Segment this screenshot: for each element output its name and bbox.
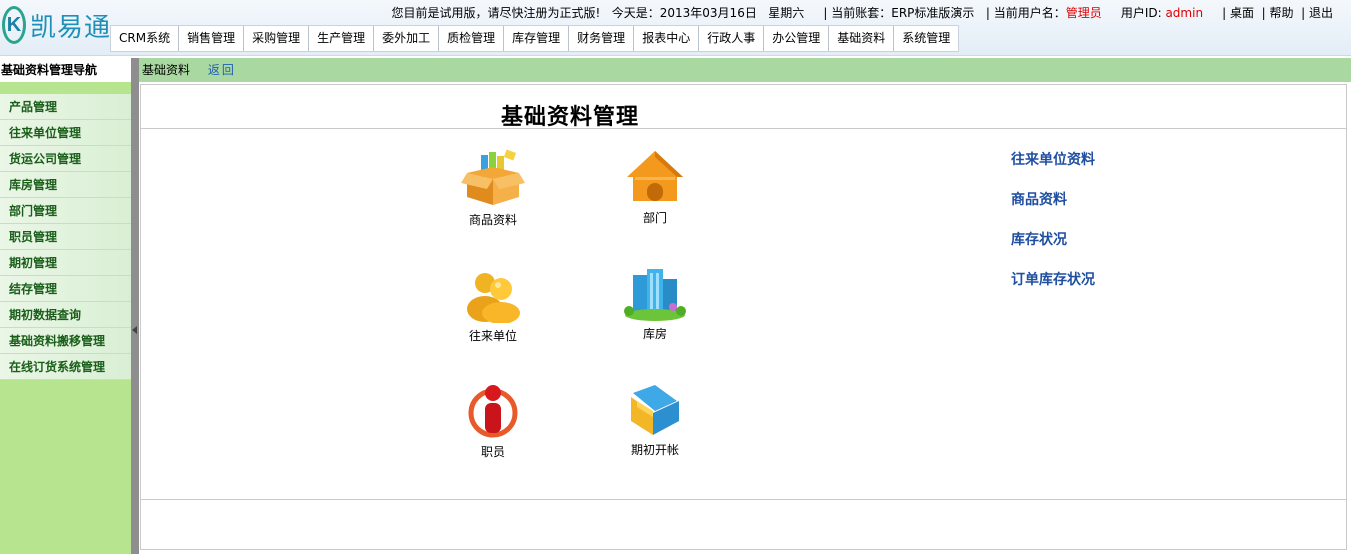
- breadcrumb-current: 基础资料: [142, 63, 191, 77]
- module-products[interactable]: 商品资料: [443, 149, 543, 228]
- module-label: 职员: [480, 445, 505, 459]
- sidebar-list: 产品管理 往来单位管理 货运公司管理 库房管理 部门管理 职员管理 期初管理 结…: [0, 94, 131, 380]
- nav-tab-production[interactable]: 生产管理: [309, 26, 375, 51]
- nav-tab-outsourcing[interactable]: 委外加工: [374, 26, 440, 51]
- logo-text: 凯易通: [30, 12, 112, 43]
- nav-tab-hr[interactable]: 行政人事: [699, 26, 765, 51]
- logo-mark: K: [2, 6, 26, 44]
- sidebar-item-online-order[interactable]: 在线订货系统管理: [0, 354, 131, 380]
- sidebar-item-staff[interactable]: 职员管理: [0, 224, 131, 250]
- module-label: 部门: [642, 211, 667, 225]
- nav-tab-system[interactable]: 系统管理: [894, 26, 958, 51]
- top-info-bar: 您目前是试用版，请尽快注册为正式版! 今天是：2013年03月16日 星期六 |…: [391, 4, 1333, 21]
- person-icon: [468, 385, 518, 438]
- module-opening-account[interactable]: 期初开帐: [605, 383, 705, 458]
- userid-label: 用户ID:: [1120, 6, 1166, 20]
- logout-link[interactable]: | 退出: [1301, 6, 1333, 20]
- module-staff[interactable]: 职员: [443, 383, 543, 460]
- sidebar-item-products[interactable]: 产品管理: [0, 94, 131, 120]
- nav-tab-reports[interactable]: 报表中心: [634, 26, 700, 51]
- sidebar-item-department[interactable]: 部门管理: [0, 198, 131, 224]
- module-label: 商品资料: [468, 213, 517, 227]
- folder-icon: [631, 385, 679, 435]
- nav-tab-basedata[interactable]: 基础资料: [829, 26, 895, 51]
- house-icon: [627, 151, 683, 201]
- user-name: 管理员: [1065, 6, 1102, 20]
- module-warehouse[interactable]: 库房: [605, 267, 705, 342]
- nav-tab-purchase[interactable]: 采购管理: [244, 26, 310, 51]
- desktop-link[interactable]: | 桌面: [1222, 6, 1254, 20]
- collapse-arrow-icon[interactable]: [132, 326, 137, 334]
- app-header: K 凯易通 您目前是试用版，请尽快注册为正式版! 今天是：2013年03月16日…: [0, 0, 1351, 56]
- sidebar-item-balance[interactable]: 结存管理: [0, 276, 131, 302]
- module-partners[interactable]: 往来单位: [443, 269, 543, 344]
- sidebar-title: 基础资料管理导航: [0, 58, 131, 82]
- nav-tab-office[interactable]: 办公管理: [764, 26, 830, 51]
- nav-tab-inventory[interactable]: 库存管理: [504, 26, 570, 51]
- sidebar-item-migration[interactable]: 基础资料搬移管理: [0, 328, 131, 354]
- quick-link-stock-status[interactable]: 库存状况: [1011, 229, 1067, 249]
- nav-tab-crm[interactable]: CRM系统: [111, 26, 180, 51]
- quick-link-partner-data[interactable]: 往来单位资料: [1011, 149, 1095, 169]
- module-label: 库房: [642, 327, 667, 341]
- breadcrumb: 基础资料 返回: [139, 58, 1351, 82]
- divider: [141, 499, 1346, 500]
- back-link[interactable]: 返回: [208, 63, 236, 77]
- userid-value: admin: [1165, 6, 1204, 20]
- account-text: | 当前账套：ERP标准版演示: [823, 6, 975, 20]
- sidebar-item-partners[interactable]: 往来单位管理: [0, 120, 131, 146]
- sidebar-item-opening[interactable]: 期初管理: [0, 250, 131, 276]
- sidebar-splitter[interactable]: [131, 58, 139, 554]
- divider: [141, 128, 1346, 129]
- sidebar-gap: [0, 82, 131, 94]
- quick-link-order-stock[interactable]: 订单库存状况: [1011, 269, 1095, 289]
- date-text: 今天是：2013年03月16日: [611, 6, 757, 20]
- users-icon: [467, 273, 520, 323]
- module-label: 往来单位: [468, 329, 517, 343]
- page-title: 基础资料管理: [501, 104, 640, 130]
- top-nav: CRM系统 销售管理 采购管理 生产管理 委外加工 质检管理 库存管理 财务管理…: [110, 25, 960, 52]
- trial-notice: 您目前是试用版，请尽快注册为正式版!: [391, 6, 601, 20]
- quick-link-product-data[interactable]: 商品资料: [1011, 189, 1067, 209]
- sidebar-item-freight[interactable]: 货运公司管理: [0, 146, 131, 172]
- help-link[interactable]: | 帮助: [1262, 6, 1294, 20]
- nav-tab-sales[interactable]: 销售管理: [179, 26, 245, 51]
- main-panel: 基础资料管理 商品资料 部门 往来单位 库房 职员 期初开帐 往来单位资料 商品…: [140, 84, 1347, 550]
- app-logo: K 凯易通: [2, 5, 111, 45]
- nav-tab-finance[interactable]: 财务管理: [569, 26, 635, 51]
- sidebar: 基础资料管理导航 产品管理 往来单位管理 货运公司管理 库房管理 部门管理 职员…: [0, 58, 131, 554]
- module-label: 期初开帐: [630, 443, 679, 457]
- sidebar-item-opening-query[interactable]: 期初数据查询: [0, 302, 131, 328]
- module-department[interactable]: 部门: [605, 149, 705, 226]
- box-products-icon: [461, 149, 525, 205]
- sidebar-item-warehouse[interactable]: 库房管理: [0, 172, 131, 198]
- weekday-text: 星期六: [768, 6, 805, 20]
- user-label: | 当前用户名：: [985, 6, 1066, 20]
- buildings-icon: [624, 269, 686, 321]
- nav-tab-quality[interactable]: 质检管理: [439, 26, 505, 51]
